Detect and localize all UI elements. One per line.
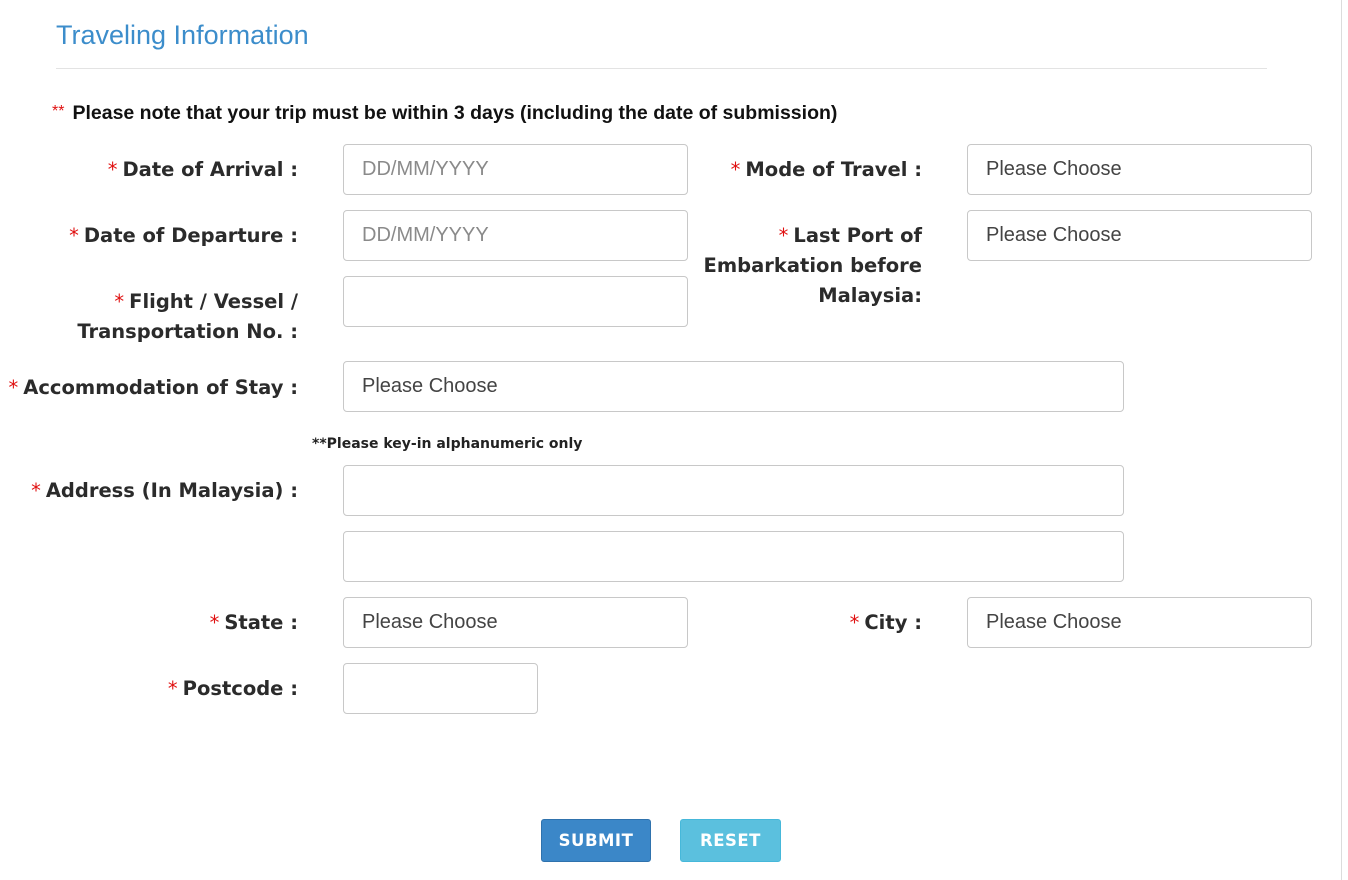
state-label: * State : <box>209 611 298 634</box>
required-mark: * <box>730 158 741 181</box>
reset-button[interactable]: RESET <box>680 819 781 862</box>
date-of-arrival-label: * Date of Arrival : <box>107 158 298 181</box>
address-line2-input[interactable] <box>343 531 1124 582</box>
postcode-label: * Postcode : <box>167 677 298 700</box>
address-hint: **Please key-in alphanumeric only <box>312 436 583 452</box>
required-mark: * <box>778 224 789 247</box>
city-select[interactable]: Please Choose <box>967 597 1312 648</box>
date-of-departure-input[interactable]: DD/MM/YYYY <box>343 210 688 261</box>
mode-of-travel-select[interactable]: Please Choose <box>967 144 1312 195</box>
state-select[interactable]: Please Choose <box>343 597 688 648</box>
required-mark: * <box>8 376 19 399</box>
required-mark: * <box>209 611 220 634</box>
flight-no-label: * Flight / Vessel / Transportation No. : <box>77 290 298 343</box>
required-mark: * <box>69 224 79 247</box>
address-line1-input[interactable] <box>343 465 1124 516</box>
date-of-arrival-input[interactable]: DD/MM/YYYY <box>343 144 688 195</box>
trip-notice: ** Please note that your trip must be wit… <box>52 102 837 125</box>
postcode-input[interactable] <box>343 663 538 714</box>
required-mark: * <box>107 158 118 181</box>
title-divider <box>56 68 1267 69</box>
submit-button[interactable]: SUBMIT <box>541 819 651 862</box>
required-mark: * <box>167 677 178 700</box>
required-mark: * <box>849 611 860 634</box>
accommodation-select[interactable]: Please Choose <box>343 361 1124 412</box>
section-title: Traveling Information <box>56 20 309 50</box>
required-mark: * <box>31 479 41 502</box>
notice-text: Please note that your trip must be withi… <box>72 102 838 124</box>
flight-no-input[interactable] <box>343 276 688 327</box>
last-port-select[interactable]: Please Choose <box>967 210 1312 261</box>
accommodation-label: * Accommodation of Stay : <box>8 376 298 399</box>
city-label: * City : <box>849 611 922 634</box>
address-label: * Address (In Malaysia) : <box>31 479 298 502</box>
date-of-departure-label: * Date of Departure : <box>69 224 298 247</box>
last-port-label: * Last Port of Embarkation before Malaysi… <box>703 224 922 307</box>
required-mark: * <box>114 290 125 313</box>
mode-of-travel-label: * Mode of Travel : <box>730 158 922 181</box>
page-right-border <box>1341 0 1342 880</box>
notice-asterisks: ** <box>52 103 65 120</box>
